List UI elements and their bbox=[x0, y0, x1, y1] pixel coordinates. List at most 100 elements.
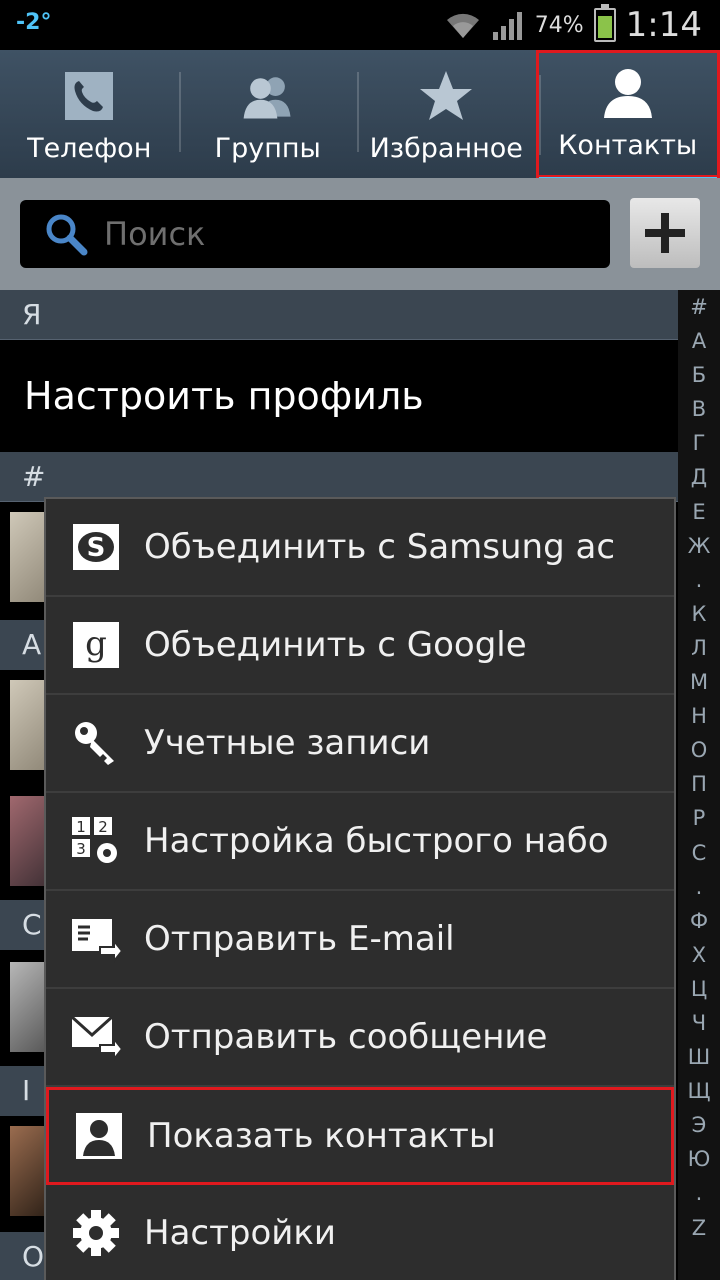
group-icon bbox=[238, 69, 298, 123]
contact-icon bbox=[598, 66, 658, 120]
alphabet-index-letter[interactable]: Х bbox=[692, 938, 706, 972]
alphabet-index-letter[interactable]: Ч bbox=[692, 1006, 706, 1040]
key-icon bbox=[70, 717, 122, 769]
alphabet-index-letter[interactable]: Э bbox=[692, 1108, 707, 1142]
alphabet-index-letter[interactable]: Р bbox=[693, 801, 706, 835]
menu-item-label: Настройка быстрого набо bbox=[144, 821, 609, 861]
tab-contacts-label: Контакты bbox=[558, 130, 698, 161]
menu-item-sync-samsung[interactable]: S Объединить с Samsung ac bbox=[46, 499, 674, 597]
clock: 1:14 bbox=[625, 5, 702, 45]
alphabet-index-letter[interactable]: Б bbox=[692, 358, 706, 392]
tab-phone-label: Телефон bbox=[27, 133, 152, 164]
signal-icon bbox=[492, 12, 522, 40]
alphabet-index-letter[interactable]: Ю bbox=[688, 1142, 711, 1176]
speed-dial-icon: 1 2 3 bbox=[70, 815, 122, 867]
menu-item-label: Объединить с Google bbox=[144, 625, 527, 665]
alphabet-index-letter[interactable]: Ц bbox=[691, 972, 707, 1006]
setup-profile-label: Настроить профиль bbox=[24, 374, 424, 418]
section-header-hash-label: # bbox=[22, 460, 46, 493]
tab-favorites-label: Избранное bbox=[369, 133, 523, 164]
alphabet-index-letter[interactable]: . bbox=[696, 563, 703, 597]
section-header-me: Я bbox=[0, 290, 678, 340]
menu-item-label: Показать контакты bbox=[147, 1116, 496, 1156]
alphabet-index-letter[interactable]: С bbox=[692, 836, 707, 870]
battery-level bbox=[597, 15, 612, 38]
alphabet-index-letter[interactable]: В bbox=[692, 392, 706, 426]
tab-groups[interactable]: Группы bbox=[178, 50, 358, 178]
menu-item-send-email[interactable]: Отправить E-mail bbox=[46, 891, 674, 989]
samsung-account-icon: S bbox=[70, 521, 122, 573]
menu-item-accounts[interactable]: Учетные записи bbox=[46, 695, 674, 793]
battery-percent: 74% bbox=[534, 12, 584, 38]
status-icons: 74% 1:14 bbox=[445, 2, 702, 48]
menu-item-label: Учетные записи bbox=[144, 723, 431, 763]
alphabet-index-letter[interactable]: М bbox=[690, 665, 708, 699]
alphabet-index[interactable]: # А Б В Г Д Е Ж. К Л М Н О П Р С. Ф Х Ц Ч Ш Щ Э Ю. Z bbox=[678, 290, 720, 1280]
alphabet-index-letter[interactable]: П bbox=[691, 767, 707, 801]
svg-text:3: 3 bbox=[76, 840, 86, 858]
svg-text:g: g bbox=[85, 624, 107, 664]
search-input[interactable] bbox=[104, 215, 584, 253]
alphabet-index-letter[interactable]: К bbox=[692, 597, 707, 631]
tab-phone[interactable]: Телефон bbox=[0, 50, 179, 178]
battery-icon bbox=[593, 4, 616, 42]
menu-item-label: Настройки bbox=[144, 1213, 337, 1253]
section-letter: A bbox=[22, 628, 42, 661]
alphabet-index-letter[interactable]: Ж bbox=[688, 529, 711, 563]
search-row bbox=[0, 178, 720, 290]
svg-text:1: 1 bbox=[76, 818, 86, 836]
wifi-icon bbox=[446, 13, 479, 38]
menu-item-label: Отправить сообщение bbox=[144, 1017, 548, 1057]
star-icon bbox=[416, 69, 476, 123]
tab-contacts[interactable]: Контакты bbox=[535, 50, 720, 181]
section-header-o: O bbox=[0, 1232, 44, 1280]
alphabet-index-letter[interactable]: Н bbox=[691, 699, 707, 733]
alphabet-index-letter[interactable]: . bbox=[696, 1176, 703, 1210]
section-letter: O bbox=[22, 1240, 45, 1273]
section-header-i: I bbox=[0, 1066, 44, 1116]
alphabet-index-letter[interactable]: Г bbox=[693, 426, 706, 460]
section-header-me-label: Я bbox=[22, 298, 42, 331]
alphabet-index-letter[interactable]: Д bbox=[691, 460, 707, 494]
settings-gear-icon bbox=[70, 1207, 122, 1259]
status-bar: -2° 74% 1:14 bbox=[0, 0, 720, 50]
menu-item-send-message[interactable]: Отправить сообщение bbox=[46, 989, 674, 1087]
google-icon: g bbox=[70, 619, 122, 671]
alphabet-index-letter[interactable]: Е bbox=[692, 495, 705, 529]
alphabet-index-letter[interactable]: # bbox=[690, 290, 708, 324]
alphabet-index-letter[interactable]: О bbox=[691, 733, 708, 767]
menu-item-show-contacts[interactable]: Показать контакты bbox=[46, 1087, 674, 1185]
menu-item-label: Отправить E-mail bbox=[144, 919, 455, 959]
section-letter: C bbox=[22, 908, 42, 941]
message-icon bbox=[70, 1011, 122, 1063]
alphabet-index-letter[interactable]: А bbox=[692, 324, 706, 358]
alphabet-index-letter[interactable]: . bbox=[696, 870, 703, 904]
search-box[interactable] bbox=[20, 200, 610, 268]
search-icon bbox=[38, 206, 94, 262]
svg-text:2: 2 bbox=[98, 818, 108, 836]
options-menu: S Объединить с Samsung ac g Объединить с… bbox=[44, 497, 676, 1280]
plus-icon bbox=[645, 213, 685, 253]
setup-profile-row[interactable]: Настроить профиль bbox=[0, 340, 678, 452]
alphabet-index-letter[interactable]: Щ bbox=[688, 1074, 711, 1108]
menu-item-settings[interactable]: Настройки bbox=[46, 1185, 674, 1280]
svg-text:S: S bbox=[87, 533, 106, 563]
alphabet-index-letter[interactable]: Z bbox=[692, 1211, 706, 1245]
add-contact-button[interactable] bbox=[630, 198, 700, 268]
tab-bar: Телефон Группы Избранное Контакты bbox=[0, 50, 720, 181]
section-header-a: A bbox=[0, 620, 44, 670]
menu-item-speed-dial[interactable]: 1 2 3 Настройка быстрого набо bbox=[46, 793, 674, 891]
temperature-indicator: -2° bbox=[16, 10, 52, 35]
menu-item-sync-google[interactable]: g Объединить с Google bbox=[46, 597, 674, 695]
email-icon bbox=[70, 913, 122, 965]
section-letter: I bbox=[22, 1074, 31, 1107]
person-icon bbox=[73, 1110, 125, 1162]
alphabet-index-letter[interactable]: Ш bbox=[688, 1040, 710, 1074]
section-header-hash: # bbox=[0, 452, 678, 502]
tab-groups-label: Группы bbox=[214, 133, 321, 164]
phone-icon bbox=[59, 69, 119, 123]
tab-favorites[interactable]: Избранное bbox=[357, 50, 536, 178]
alphabet-index-letter[interactable]: Л bbox=[691, 631, 707, 665]
menu-item-label: Объединить с Samsung ac bbox=[144, 527, 616, 567]
alphabet-index-letter[interactable]: Ф bbox=[690, 904, 708, 938]
